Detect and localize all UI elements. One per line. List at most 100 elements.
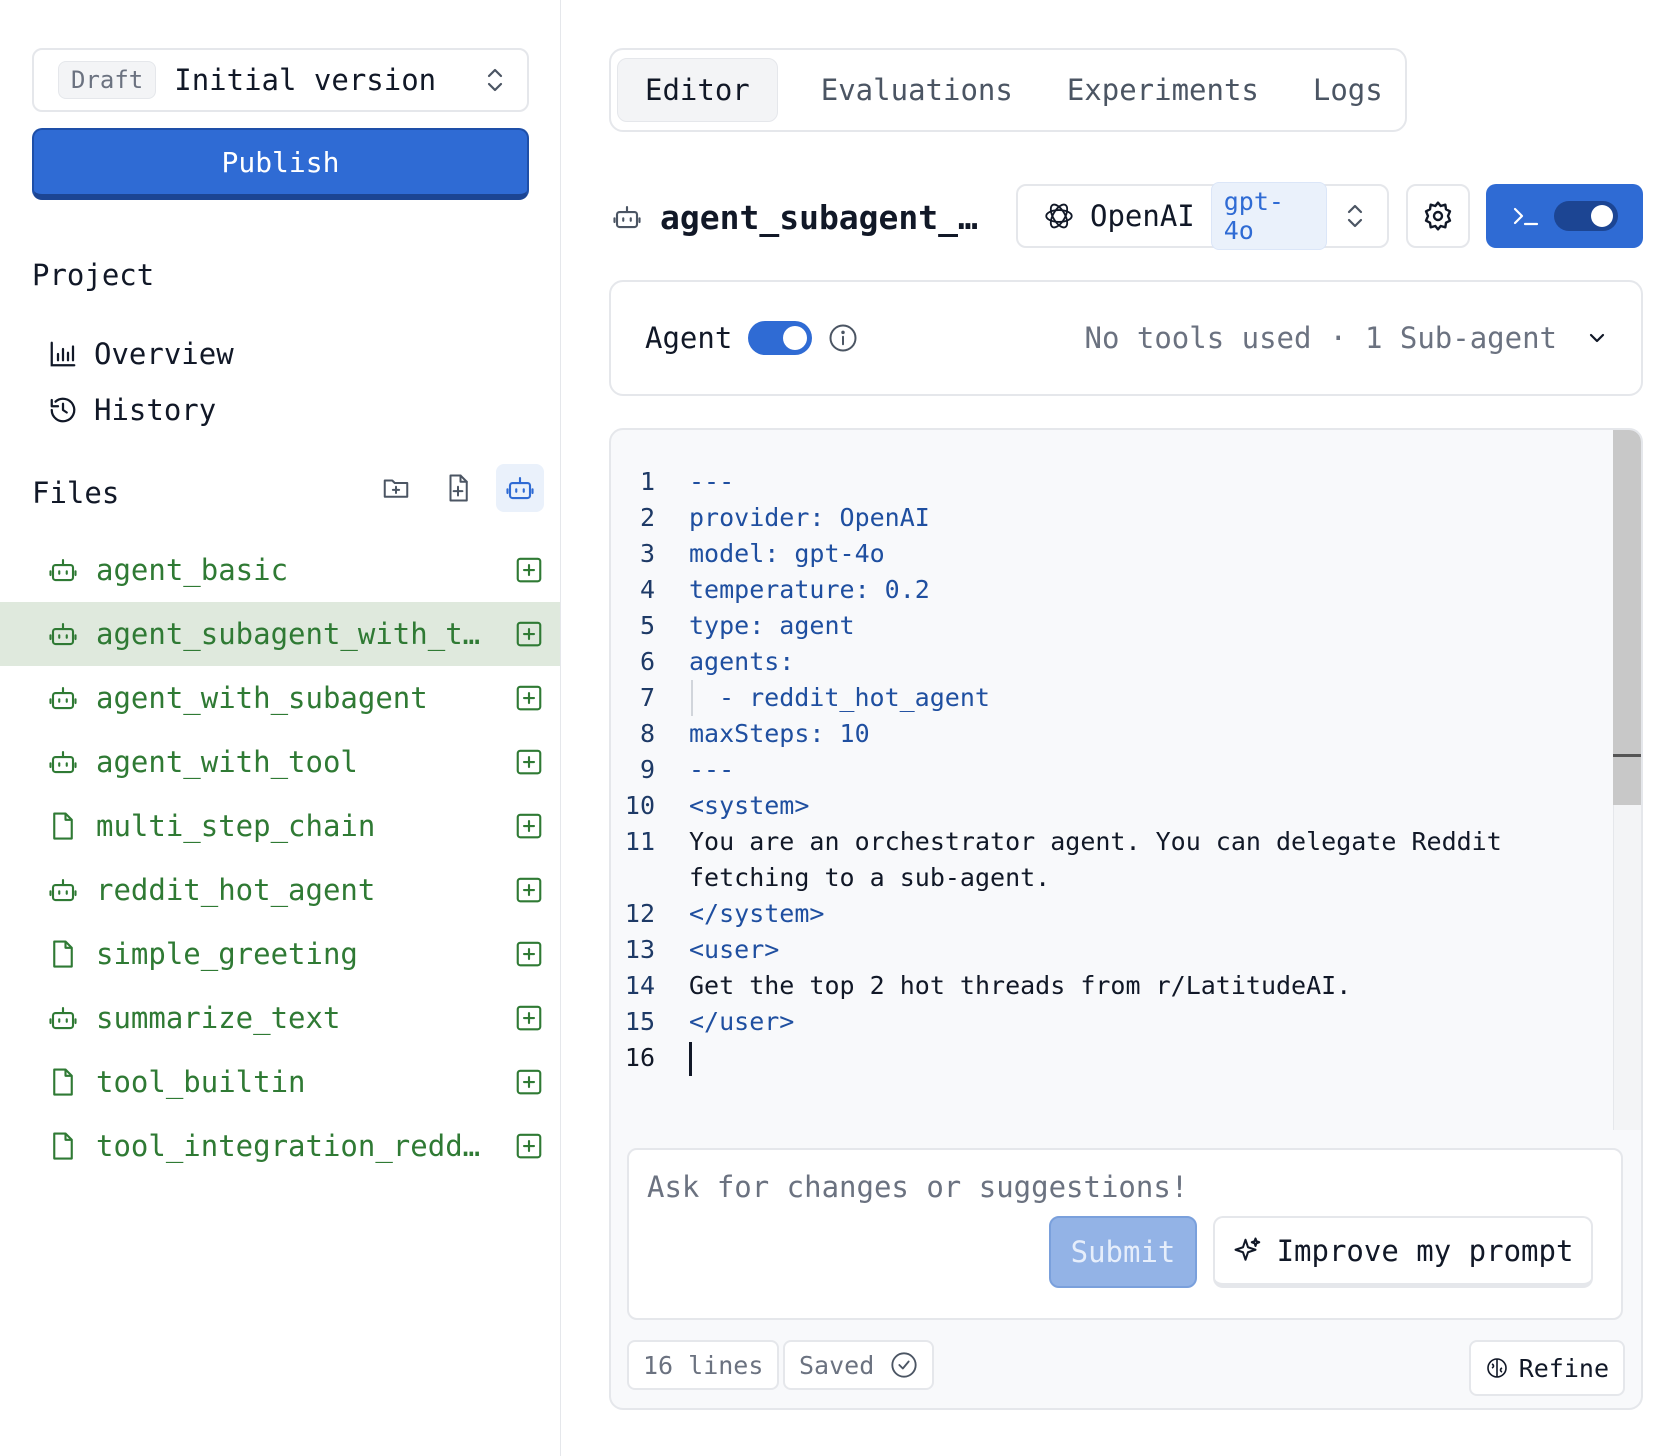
- line-text: maxSteps: 10: [689, 719, 870, 748]
- code-line[interactable]: 8 maxSteps: 10: [611, 716, 1606, 752]
- chevron-down-icon: [1589, 333, 1605, 343]
- dev-mode-switch[interactable]: [1554, 201, 1618, 231]
- bot-icon: [506, 476, 534, 500]
- new-file-button[interactable]: [434, 464, 482, 512]
- file-item[interactable]: agent_with_tool: [0, 730, 560, 794]
- file-name: agent_with_tool: [96, 745, 358, 779]
- line-number: 4: [639, 575, 655, 604]
- file-item[interactable]: summarize_text: [0, 986, 560, 1050]
- info-icon[interactable]: [828, 323, 858, 353]
- nav-overview[interactable]: Overview: [48, 332, 234, 376]
- tab-experiments[interactable]: Experiments: [1040, 58, 1286, 122]
- file-item[interactable]: tool_builtin: [0, 1050, 560, 1114]
- model-selector[interactable]: OpenAI gpt-4o: [1016, 182, 1389, 250]
- improve-prompt-label: Improve my prompt: [1276, 1233, 1574, 1268]
- tab-bar: Editor Evaluations Experiments Logs: [609, 48, 1407, 132]
- code-content[interactable]: 1 --- 2 provider: OpenAI 3 model: gpt-4o 4 temp…: [611, 464, 1606, 1076]
- file-item[interactable]: agent_subagent_with_to…: [0, 602, 560, 666]
- agent-config-bar: Agent No tools used · 1 Sub-agent: [609, 280, 1643, 396]
- add-square-icon[interactable]: [514, 939, 544, 969]
- code-line[interactable]: 14 Get the top 2 hot threads from r/Latit…: [611, 968, 1606, 1004]
- file-name: agent_with_subagent: [96, 681, 428, 715]
- code-line[interactable]: 1 ---: [611, 464, 1606, 500]
- line-number: 6: [639, 647, 655, 676]
- copilot-chat-box[interactable]: Ask for changes or suggestions! Submit I…: [627, 1148, 1623, 1320]
- history-icon: [50, 397, 76, 423]
- file-item[interactable]: multi_step_chain: [0, 794, 560, 858]
- file-item[interactable]: reddit_hot_agent: [0, 858, 560, 922]
- code-line[interactable]: 15 </user>: [611, 1004, 1606, 1040]
- scrollbar-thumb[interactable]: [1613, 430, 1641, 805]
- new-agent-button[interactable]: [496, 464, 544, 512]
- refine-button[interactable]: Refine: [1468, 1340, 1625, 1396]
- summary-separator: ·: [1329, 321, 1347, 355]
- add-square-icon[interactable]: [514, 1067, 544, 1097]
- nav-history[interactable]: History: [48, 388, 216, 432]
- chat-input[interactable]: Ask for changes or suggestions!: [647, 1170, 1188, 1204]
- add-square-icon[interactable]: [514, 1003, 544, 1033]
- dev-mode-toggle[interactable]: [1486, 184, 1643, 248]
- bar-chart-icon: [50, 341, 76, 367]
- line-number: 9: [639, 755, 655, 784]
- new-folder-button[interactable]: [372, 464, 420, 512]
- tab-editor[interactable]: Editor: [617, 58, 778, 122]
- code-line[interactable]: 5 type: agent: [611, 608, 1606, 644]
- code-line[interactable]: 3 model: gpt-4o: [611, 536, 1606, 572]
- file-name: tool_integration_reddit: [96, 1129, 491, 1163]
- add-square-icon[interactable]: [514, 555, 544, 585]
- chevron-up-down-icon: [1347, 204, 1363, 228]
- file-item[interactable]: simple_greeting: [0, 922, 560, 986]
- code-line[interactable]: 10 <system>: [611, 788, 1606, 824]
- file-item[interactable]: agent_basic: [0, 538, 560, 602]
- code-line[interactable]: 9 ---: [611, 752, 1606, 788]
- code-line[interactable]: 6 agents:: [611, 644, 1606, 680]
- line-text: agents:: [689, 647, 795, 676]
- tab-logs[interactable]: Logs: [1286, 58, 1410, 122]
- chevron-up-down-icon: [487, 68, 503, 92]
- agent-toggle[interactable]: [748, 321, 813, 355]
- publish-button[interactable]: Publish: [32, 128, 529, 200]
- version-selector[interactable]: Draft Initial version: [32, 48, 529, 112]
- document-header: agent_subagent_…: [612, 186, 978, 248]
- agent-label: Agent: [645, 321, 733, 355]
- line-text: provider: OpenAI: [689, 503, 930, 532]
- code-line[interactable]: fetching to a sub-agent.: [611, 860, 1606, 896]
- line-text: <user>: [689, 935, 780, 964]
- code-line[interactable]: 12 </system>: [611, 896, 1606, 932]
- code-editor[interactable]: 1 --- 2 provider: OpenAI 3 model: gpt-4o 4 temp…: [609, 428, 1643, 1410]
- add-square-icon[interactable]: [514, 619, 544, 649]
- file-icon: [53, 940, 73, 968]
- line-number: 12: [624, 899, 655, 928]
- line-count: 16 lines: [643, 1350, 764, 1380]
- add-square-icon[interactable]: [514, 683, 544, 713]
- code-line[interactable]: 7 - reddit_hot_agent: [611, 680, 1606, 716]
- add-square-icon[interactable]: [514, 1131, 544, 1161]
- code-line[interactable]: 4 temperature: 0.2: [611, 572, 1606, 608]
- settings-button[interactable]: [1406, 184, 1470, 248]
- line-number: 16: [624, 1043, 655, 1072]
- code-line[interactable]: 13 <user>: [611, 932, 1606, 968]
- nav-overview-label: Overview: [94, 337, 234, 371]
- add-square-icon[interactable]: [514, 875, 544, 905]
- line-text: ---: [689, 755, 735, 784]
- code-line[interactable]: 16: [611, 1040, 1606, 1076]
- editor-scrollbar[interactable]: [1613, 430, 1641, 1130]
- code-line[interactable]: 2 provider: OpenAI: [611, 500, 1606, 536]
- agent-summary[interactable]: No tools used · 1 Sub-agent: [1084, 321, 1609, 355]
- add-square-icon[interactable]: [514, 747, 544, 777]
- file-item[interactable]: tool_integration_reddit: [0, 1114, 560, 1178]
- draft-badge: Draft: [58, 61, 157, 99]
- file-name: agent_subagent_with_to…: [96, 617, 491, 651]
- submit-button[interactable]: Submit: [1049, 1216, 1197, 1288]
- refine-label: Refine: [1518, 1353, 1609, 1383]
- tab-evaluations[interactable]: Evaluations: [794, 58, 1040, 122]
- line-number: 2: [639, 503, 655, 532]
- bot-icon: [613, 205, 641, 229]
- improve-prompt-button[interactable]: Improve my prompt: [1213, 1216, 1593, 1288]
- scrollbar-marker: [1613, 754, 1641, 757]
- document-title: agent_subagent_…: [660, 197, 978, 237]
- file-item[interactable]: agent_with_subagent: [0, 666, 560, 730]
- line-number: 1: [639, 467, 655, 496]
- add-square-icon[interactable]: [514, 811, 544, 841]
- code-line[interactable]: 11 You are an orchestrator agent. You can…: [611, 824, 1606, 860]
